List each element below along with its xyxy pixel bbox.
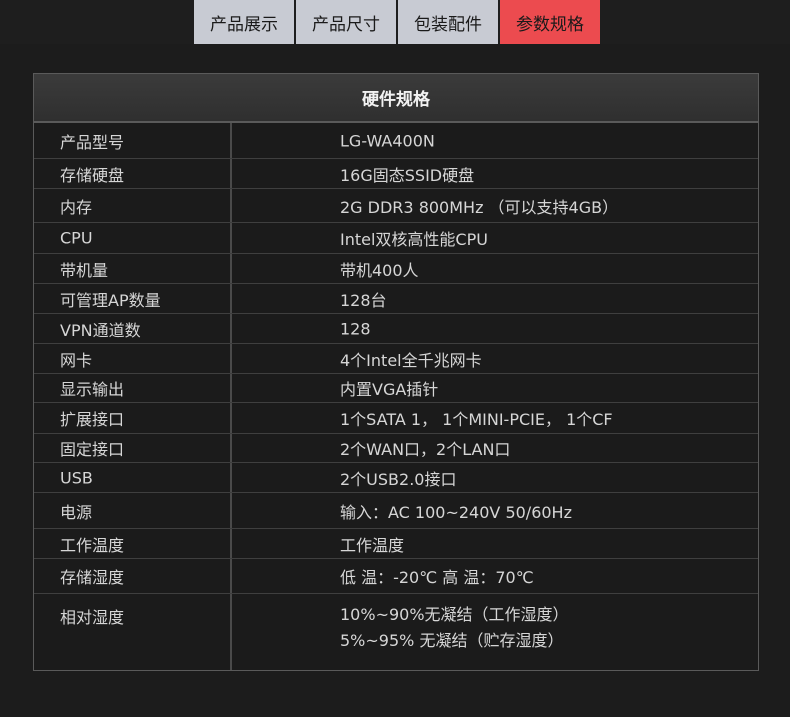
- table-row: 网卡 4个Intel全千兆网卡: [34, 344, 758, 374]
- tab-product-display[interactable]: 产品展示: [194, 0, 294, 44]
- spec-value: 16G固态SSID硬盘: [340, 165, 475, 185]
- spec-label: 带机量: [60, 260, 109, 280]
- table-row: 扩展接口 1个SATA 1， 1个MINI-PCIE， 1个CF: [34, 403, 758, 434]
- spec-table: 硬件规格 产品型号 LG-WA400N 存储硬盘 16G固态SSID硬盘内存 2G DD…: [33, 73, 759, 671]
- spec-value: 128台: [340, 290, 387, 310]
- spec-value: 2个WAN口，2个LAN口: [340, 440, 511, 459]
- table-row: 存储湿度 低 温：-20℃ 高 温：70℃: [34, 559, 758, 594]
- table-row: 固定接口 2个WAN口，2个LAN口: [34, 434, 758, 463]
- spec-value: Intel双核高性能CPU: [340, 230, 488, 249]
- table-row: 显示输出 内置VGA插针: [34, 374, 758, 403]
- spec-label: 存储硬盘: [60, 165, 125, 185]
- spec-value: 2G DDR3 800MHz （可以支持4GB）: [340, 197, 619, 217]
- spec-label: USB: [60, 468, 93, 487]
- spec-label: 显示输出: [60, 380, 125, 399]
- spec-value-line: 5%~95% 无凝结（贮存湿度）: [340, 631, 564, 650]
- spec-label: CPU: [60, 228, 93, 248]
- spec-value: 4个Intel全千兆网卡: [340, 350, 482, 370]
- spec-value: 输入：AC 100~240V 50/60Hz: [340, 502, 572, 522]
- spec-label: 网卡: [60, 350, 93, 370]
- tab-bar: 产品展示 产品尺寸 包装配件 参数规格: [194, 0, 600, 44]
- spec-label: 固定接口: [60, 440, 125, 459]
- spec-label: VPN通道数: [60, 320, 141, 340]
- table-row: USB 2个USB2.0接口: [34, 463, 758, 493]
- tab-specifications[interactable]: 参数规格: [500, 0, 600, 44]
- tab-package-accessories[interactable]: 包装配件: [398, 0, 498, 44]
- table-row: 存储硬盘 16G固态SSID硬盘: [34, 159, 758, 189]
- spec-value: 2个USB2.0接口: [340, 469, 457, 489]
- spec-label: 产品型号: [60, 132, 125, 152]
- table-row: 产品型号 LG-WA400N: [34, 123, 758, 159]
- spec-label: 工作温度: [60, 535, 125, 555]
- spec-table-title: 硬件规格: [34, 74, 758, 123]
- tab-product-dimensions[interactable]: 产品尺寸: [296, 0, 396, 44]
- spec-label: 可管理AP数量: [60, 290, 161, 310]
- spec-value: 128: [340, 319, 371, 338]
- spec-value: LG-WA400N: [340, 131, 435, 150]
- spec-label: 相对湿度: [60, 608, 125, 627]
- table-row: 电源 输入：AC 100~240V 50/60Hz: [34, 493, 758, 529]
- table-row: 带机量 带机400人: [34, 254, 758, 284]
- spec-value: 工作温度: [340, 535, 405, 555]
- spec-value: 10%~90%无凝结（工作湿度） 5%~95% 无凝结（贮存湿度）: [340, 602, 569, 654]
- spec-value: 带机400人: [340, 260, 419, 280]
- table-row: 工作温度 工作温度: [34, 529, 758, 559]
- spec-value: 1个SATA 1， 1个MINI-PCIE， 1个CF: [340, 410, 613, 429]
- table-row: 内存 2G DDR3 800MHz （可以支持4GB）: [34, 189, 758, 223]
- spec-label: 扩展接口: [60, 410, 125, 429]
- table-row: 相对湿度 10%~90%无凝结（工作湿度） 5%~95% 无凝结（贮存湿度）: [34, 594, 758, 670]
- table-row: VPN通道数 128: [34, 314, 758, 344]
- spec-value: 内置VGA插针: [340, 380, 439, 399]
- spec-label: 内存: [60, 197, 93, 217]
- spec-label: 存储湿度: [60, 568, 125, 587]
- table-row: 可管理AP数量 128台: [34, 284, 758, 314]
- spec-label: 电源: [60, 502, 93, 522]
- spec-value-line: 10%~90%无凝结（工作湿度）: [340, 605, 569, 624]
- spec-value: 低 温：-20℃ 高 温：70℃: [340, 568, 534, 587]
- table-row: CPU Intel双核高性能CPU: [34, 223, 758, 254]
